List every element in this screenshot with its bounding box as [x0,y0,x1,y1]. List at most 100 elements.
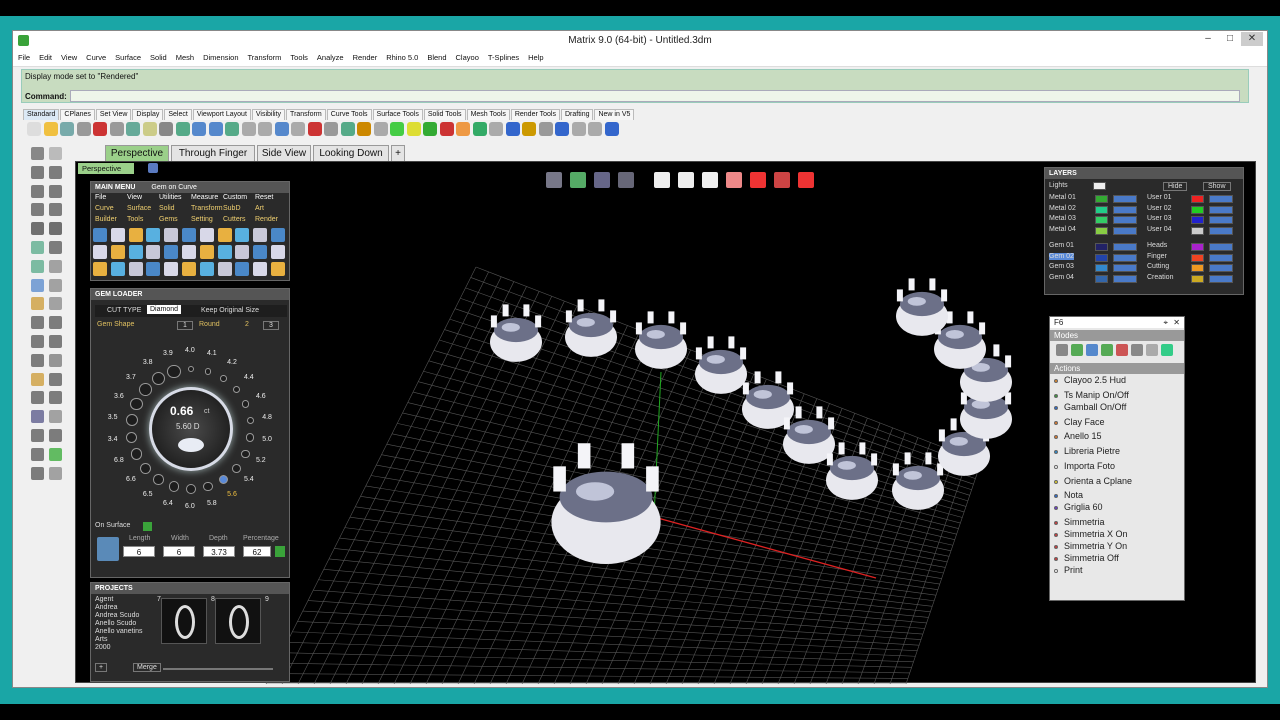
layer-color-swatch[interactable] [1191,195,1204,203]
menu-render[interactable]: Render [348,51,382,62]
menu-file[interactable]: File [13,51,34,62]
left-tool-icon[interactable] [49,278,62,292]
layer-gem-01[interactable]: Gem 01 [1049,242,1074,249]
layer-visibility-toggle[interactable] [1113,195,1137,203]
toolbar-tool-icon[interactable] [472,122,487,136]
menu-edit[interactable]: Edit [34,51,56,62]
main-menu-tool-icon[interactable] [164,228,179,242]
menu-view[interactable]: View [56,51,81,62]
gem-setting[interactable] [695,336,747,394]
gem-size-option[interactable] [125,431,138,444]
gem-size-option[interactable] [130,397,143,411]
menu-dimension[interactable]: Dimension [198,51,242,62]
gem-size-label[interactable]: 4.2 [227,359,237,366]
action-gamball-on-off[interactable]: Gamball On/Off [1054,402,1182,412]
mode-icon[interactable] [1131,344,1143,356]
gem-size-option[interactable] [125,414,138,427]
left-tool-icon[interactable] [31,165,44,179]
layer-visibility-toggle[interactable] [1209,226,1233,235]
action-anello-15[interactable]: Anello 15 [1054,431,1182,441]
main-menu-transform[interactable]: Transform [191,205,223,212]
toolbar-tool-icon[interactable] [522,122,536,136]
left-tool-icon[interactable] [31,372,44,386]
main-menu-builder[interactable]: Builder [95,216,117,223]
menu-rhino-5-0[interactable]: Rhino 5.0 [381,51,422,62]
mode-icon[interactable] [1101,344,1113,356]
layer-visibility-toggle[interactable] [1209,195,1233,203]
render-view-icon[interactable] [546,172,562,188]
gem-size-label[interactable]: 4.1 [207,350,217,357]
gem-size-option[interactable] [231,463,241,473]
gem-size-option[interactable] [232,386,240,394]
layer-visibility-toggle[interactable] [1113,264,1137,272]
render-view-icon[interactable] [726,172,742,188]
gem-size-label[interactable]: 6.6 [126,476,136,483]
cut-type-select[interactable]: Diamond [147,305,182,314]
main-menu-tool-icon[interactable] [235,228,250,242]
layer-color-swatch[interactable] [1191,274,1204,283]
gem-size-option[interactable] [204,368,212,375]
main-menu-tool-icon[interactable] [182,262,196,276]
main-menu-reset[interactable]: Reset [255,194,273,201]
project-item[interactable]: Anello vanetins [95,628,142,635]
gem-size-label[interactable]: 5.8 [207,500,217,507]
depth-input[interactable]: 3.73 [203,546,235,557]
menu-surface[interactable]: Surface [110,51,145,62]
percentage-input[interactable]: 62 [243,546,271,557]
gem-size-label[interactable]: 5.0 [262,436,272,443]
main-menu-tool-icon[interactable] [217,262,232,276]
viewport-menu-icon[interactable] [148,163,158,173]
left-tool-icon[interactable] [31,410,44,424]
toolbar-tab-solid-tools[interactable]: Solid Tools [423,109,466,120]
gem-setting[interactable] [565,299,617,357]
toolbar-tab-visibility[interactable]: Visibility [251,109,286,120]
main-menu-tool-icon[interactable] [217,245,232,259]
toolbar-tool-icon[interactable] [93,122,107,136]
toolbar-tool-icon[interactable] [604,122,619,136]
gem-size-option[interactable] [167,364,181,379]
gem-setting[interactable] [892,452,944,510]
layer-color-swatch[interactable] [1095,205,1108,214]
action-orienta-a-cplane[interactable]: Orienta a Cplane [1054,476,1182,486]
layer-color-swatch[interactable] [1191,226,1204,235]
gem-size-option[interactable] [218,474,228,485]
main-menu-tools[interactable]: Tools [127,216,143,223]
toolbar-tool-icon[interactable] [357,122,371,136]
action-print[interactable]: Print [1054,565,1182,575]
show-button[interactable]: Show [1203,182,1231,191]
toolbar-tab-drafting[interactable]: Drafting [560,109,594,120]
apply-button[interactable] [275,546,285,557]
toolbar-tab-standard[interactable]: Standard [23,109,60,120]
project-thumbnail[interactable] [161,598,207,644]
toolbar-tool-icon[interactable] [505,122,520,136]
gem-size-label[interactable]: 5.4 [244,476,254,483]
layer-visibility-toggle[interactable] [1209,216,1233,224]
toolbar-tool-icon[interactable] [241,122,256,136]
shape-2-button[interactable]: 2 [245,321,249,328]
gem-size-label[interactable]: 6.4 [163,500,173,507]
keep-size-toggle[interactable]: Keep Original Size [201,307,259,314]
toolbar-tool-icon[interactable] [225,122,239,136]
gem-size-option[interactable] [130,448,143,460]
main-menu-tool-icon[interactable] [146,228,161,242]
toolbar-tool-icon[interactable] [76,122,91,136]
main-menu-view[interactable]: View [127,194,142,201]
layer-user-03[interactable]: User 03 [1147,215,1172,222]
main-menu-tool-icon[interactable] [146,245,161,259]
left-tool-icon[interactable] [49,259,62,273]
main-menu-tool-icon[interactable] [93,228,107,242]
left-tool-icon[interactable] [49,316,62,330]
main-menu-tool-icon[interactable] [253,245,268,259]
main-menu-tool-icon[interactable] [128,245,143,259]
toolbar-tab-render-tools[interactable]: Render Tools [510,109,560,120]
layer-color-swatch[interactable] [1191,243,1204,251]
render-view-icon[interactable] [798,172,814,188]
menu-transform[interactable]: Transform [243,51,286,62]
gem-size-label[interactable]: 5.2 [256,457,266,464]
layer-visibility-toggle[interactable] [1113,205,1137,214]
layer-user-04[interactable]: User 04 [1147,226,1172,233]
render-view-icon[interactable] [654,172,670,188]
render-view-icon[interactable] [774,172,790,188]
menu-clayoo[interactable]: Clayoo [451,51,483,62]
layer-visibility-toggle[interactable] [1209,274,1233,283]
